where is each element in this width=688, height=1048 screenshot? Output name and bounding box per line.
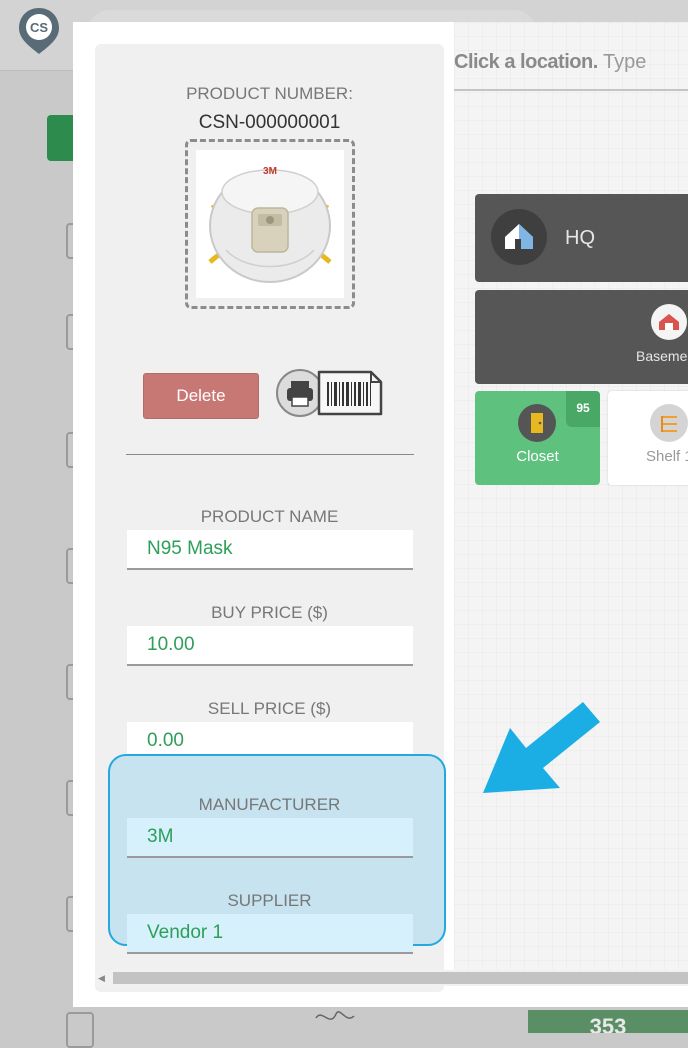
scrollbar-thumb[interactable] — [113, 972, 688, 984]
background-count-card: 353 — [528, 1010, 688, 1033]
location-card-shelf[interactable]: Shelf 1 — [608, 391, 688, 485]
location-card-hq[interactable]: HQ — [475, 194, 688, 282]
background-sketch-icon — [315, 1011, 355, 1020]
app-logo-icon: CS — [19, 8, 59, 54]
sell-price-label: SELL PRICE ($) — [207, 699, 332, 718]
location-picker: Click a location. Type HQ Baseme 95 Clos… — [454, 22, 688, 970]
delete-button[interactable]: Delete — [143, 373, 259, 419]
location-card-closet[interactable]: 95 Closet — [475, 391, 600, 485]
supplier-field[interactable]: Vendor 1 — [127, 914, 413, 954]
door-icon — [518, 404, 556, 442]
app-logo-text: CS — [30, 20, 48, 35]
supplier-label: SUPPLIER — [227, 891, 312, 910]
location-prompt-rest: Type — [597, 51, 647, 73]
location-hq-label: HQ — [565, 227, 595, 249]
basement-house-icon — [651, 304, 687, 340]
location-search-input[interactable]: Click a location. Type — [454, 47, 688, 91]
respirator-mask-image: 3M — [208, 166, 332, 283]
location-prompt-strong: Click a location. — [454, 51, 598, 73]
annotation-arrow-icon — [483, 702, 600, 793]
buy-price-field[interactable]: 10.00 — [127, 626, 413, 666]
buy-price-label: BUY PRICE ($) — [211, 603, 328, 622]
scroll-left-arrow-icon[interactable]: ◀ — [98, 972, 108, 984]
location-shelf-label: Shelf 1 — [646, 448, 688, 465]
location-closet-label: Closet — [516, 448, 559, 465]
product-detail-modal: PRODUCT NUMBER: CSN-000000001 3M Delete … — [73, 22, 688, 1007]
product-name-label: PRODUCT NAME — [200, 507, 339, 526]
location-card-basement[interactable]: Baseme — [475, 290, 688, 384]
product-image: 3M — [196, 150, 344, 298]
svg-text:3M: 3M — [263, 166, 277, 177]
product-name-field[interactable]: N95 Mask — [127, 530, 413, 570]
product-number-label: PRODUCT NUMBER: — [186, 84, 353, 103]
product-info-panel: PRODUCT NUMBER: CSN-000000001 3M Delete … — [95, 44, 446, 992]
location-basement-label: Baseme — [636, 348, 688, 364]
house-icon — [491, 209, 547, 265]
horizontal-scrollbar[interactable]: ◀ — [95, 970, 688, 986]
product-number-value: CSN-000000001 — [198, 112, 341, 133]
manufacturer-label: MANUFACTURER — [198, 795, 341, 814]
manufacturer-field[interactable]: 3M — [127, 818, 413, 858]
section-divider — [126, 454, 414, 455]
barcode-label-icon[interactable] — [315, 368, 385, 418]
background-row-checkbox — [66, 1012, 94, 1048]
closet-count-badge: 95 — [566, 391, 600, 427]
shelf-icon — [650, 404, 688, 442]
product-image-dropzone[interactable]: 3M — [185, 139, 355, 309]
